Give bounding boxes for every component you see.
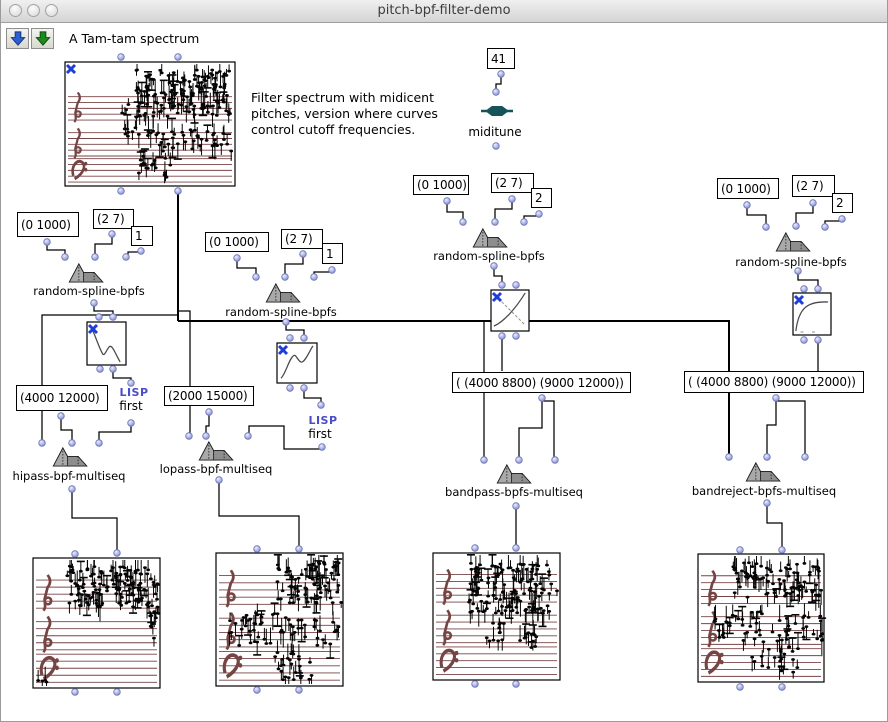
- patch-cord[interactable]: [113, 371, 131, 381]
- patch-cord[interactable]: [72, 491, 117, 551]
- green-down-arrow-button[interactable]: [31, 28, 54, 49]
- patch-title: A Tam-tam spectrum: [69, 31, 199, 46]
- patch-cord[interactable]: [524, 216, 539, 220]
- om-patch-window: Filter spectrum with midicentpitches, ve…: [0, 0, 888, 722]
- patch-cord[interactable]: [767, 505, 782, 547]
- patch-cord[interactable]: [99, 425, 131, 441]
- patch-cord[interactable]: [61, 418, 72, 441]
- patch-cord[interactable]: [47, 244, 65, 255]
- patch-cord[interactable]: [178, 321, 729, 455]
- patch-cord[interactable]: [825, 221, 842, 224]
- patch-cord[interactable]: [519, 400, 542, 458]
- patch-cord[interactable]: [42, 315, 178, 441]
- patch-cord[interactable]: [542, 401, 554, 458]
- patch-cord[interactable]: [798, 273, 818, 287]
- patch-cord[interactable]: [237, 260, 256, 275]
- patch-cord[interactable]: [249, 426, 322, 449]
- patch-cord[interactable]: [206, 414, 209, 434]
- patch-cords-layer: [1, 0, 888, 722]
- patch-cord[interactable]: [94, 305, 113, 315]
- patch-cord[interactable]: [286, 324, 304, 336]
- patch-cord[interactable]: [776, 401, 805, 454]
- patch-cord[interactable]: [747, 207, 766, 224]
- patch-cord[interactable]: [494, 268, 502, 283]
- patch-cord[interactable]: [796, 205, 813, 224]
- patch-cord[interactable]: [219, 482, 299, 547]
- patch-cord[interactable]: [495, 201, 512, 220]
- patch-cord[interactable]: [95, 236, 112, 255]
- window-title: pitch-bpf-filter-demo: [1, 0, 887, 21]
- patch-cord[interactable]: [767, 400, 776, 454]
- patch-cord[interactable]: [178, 311, 190, 434]
- patch-cord[interactable]: [285, 256, 303, 275]
- blue-down-arrow-icon: [8, 30, 28, 48]
- titlebar: pitch-bpf-filter-demo: [1, 0, 887, 23]
- patch-cord[interactable]: [304, 390, 321, 403]
- patch-cord[interactable]: [128, 252, 141, 255]
- patch-cord[interactable]: [496, 76, 501, 90]
- blue-down-arrow-button[interactable]: [6, 28, 29, 49]
- patch-cord[interactable]: [447, 203, 463, 220]
- green-down-arrow-icon: [33, 30, 53, 48]
- patch-cord[interactable]: [314, 272, 332, 275]
